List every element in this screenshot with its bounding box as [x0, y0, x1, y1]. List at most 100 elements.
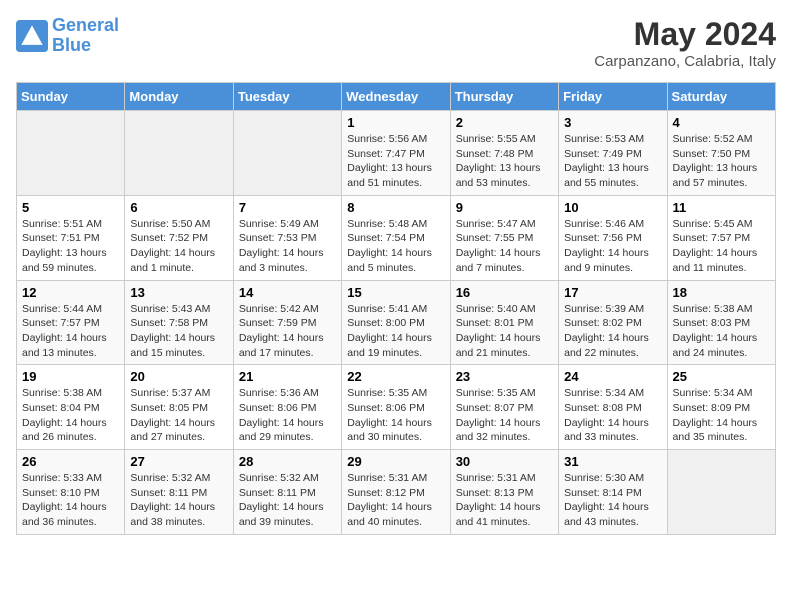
calendar-cell: 5Sunrise: 5:51 AMSunset: 7:51 PMDaylight…: [17, 195, 125, 280]
calendar-cell: 20Sunrise: 5:37 AMSunset: 8:05 PMDayligh…: [125, 365, 233, 450]
day-info: Sunrise: 5:50 AMSunset: 7:52 PMDaylight:…: [130, 217, 227, 276]
day-of-week-header: Sunday: [17, 83, 125, 111]
calendar-cell: 1 Sunrise: 5:56 AMSunset: 7:47 PMDaylight…: [342, 111, 450, 196]
day-info: Sunrise: 5:37 AMSunset: 8:05 PMDaylight:…: [130, 386, 227, 445]
day-number: 28: [239, 454, 336, 469]
calendar-cell: 2 Sunrise: 5:55 AMSunset: 7:48 PMDaylight…: [450, 111, 558, 196]
day-number: 13: [130, 285, 227, 300]
calendar-cell: [17, 111, 125, 196]
day-info: Sunrise: 5:52 AMSunset: 7:50 PMDaylight:…: [673, 132, 770, 191]
calendar-cell: 25Sunrise: 5:34 AMSunset: 8:09 PMDayligh…: [667, 365, 775, 450]
day-info: Sunrise: 5:32 AMSunset: 8:11 PMDaylight:…: [130, 471, 227, 530]
day-info: Sunrise: 5:30 AMSunset: 8:14 PMDaylight:…: [564, 471, 661, 530]
day-number: 16: [456, 285, 553, 300]
day-of-week-header: Tuesday: [233, 83, 341, 111]
calendar-cell: 8 Sunrise: 5:48 AMSunset: 7:54 PMDaylight…: [342, 195, 450, 280]
day-of-week-header: Thursday: [450, 83, 558, 111]
day-number: 11: [673, 200, 770, 215]
calendar-cell: 13 Sunrise: 5:43 AMSunset: 7:58 PMDayligh…: [125, 280, 233, 365]
day-info: Sunrise: 5:35 AMSunset: 8:07 PMDaylight:…: [456, 386, 553, 445]
day-number: 15: [347, 285, 444, 300]
day-info: Sunrise: 5:31 AMSunset: 8:12 PMDaylight:…: [347, 471, 444, 530]
calendar-header-row: SundayMondayTuesdayWednesdayThursdayFrid…: [17, 83, 776, 111]
calendar-cell: 6 Sunrise: 5:50 AMSunset: 7:52 PMDaylight…: [125, 195, 233, 280]
calendar-cell: 3Sunrise: 5:53 AMSunset: 7:49 PMDaylight…: [559, 111, 667, 196]
logo: General Blue: [16, 16, 119, 56]
day-of-week-header: Wednesday: [342, 83, 450, 111]
day-info: Sunrise: 5:31 AMSunset: 8:13 PMDaylight:…: [456, 471, 553, 530]
day-number: 30: [456, 454, 553, 469]
day-info: Sunrise: 5:44 AMSunset: 7:57 PMDaylight:…: [22, 302, 119, 361]
day-info: Sunrise: 5:41 AMSunset: 8:00 PMDaylight:…: [347, 302, 444, 361]
day-number: 26: [22, 454, 119, 469]
day-info: Sunrise: 5:55 AMSunset: 7:48 PMDaylight:…: [456, 132, 553, 191]
day-info: Sunrise: 5:49 AMSunset: 7:53 PMDaylight:…: [239, 217, 336, 276]
logo-line2: Blue: [52, 35, 91, 55]
day-info: Sunrise: 5:47 AMSunset: 7:55 PMDaylight:…: [456, 217, 553, 276]
day-info: Sunrise: 5:43 AMSunset: 7:58 PMDaylight:…: [130, 302, 227, 361]
page-header: General Blue May 2024 Carpanzano, Calabr…: [16, 16, 776, 70]
calendar-cell: 27 Sunrise: 5:32 AMSunset: 8:11 PMDayligh…: [125, 450, 233, 535]
day-number: 29: [347, 454, 444, 469]
calendar-cell: 29 Sunrise: 5:31 AMSunset: 8:12 PMDayligh…: [342, 450, 450, 535]
day-number: 3: [564, 115, 661, 130]
calendar-table: SundayMondayTuesdayWednesdayThursdayFrid…: [16, 82, 776, 535]
calendar-cell: 15 Sunrise: 5:41 AMSunset: 8:00 PMDayligh…: [342, 280, 450, 365]
calendar-cell: 12 Sunrise: 5:44 AMSunset: 7:57 PMDayligh…: [17, 280, 125, 365]
day-info: Sunrise: 5:40 AMSunset: 8:01 PMDaylight:…: [456, 302, 553, 361]
calendar-cell: 23Sunrise: 5:35 AMSunset: 8:07 PMDayligh…: [450, 365, 558, 450]
day-number: 9: [456, 200, 553, 215]
day-number: 14: [239, 285, 336, 300]
day-number: 8: [347, 200, 444, 215]
day-number: 4: [673, 115, 770, 130]
calendar-cell: 21 Sunrise: 5:36 AMSunset: 8:06 PMDayligh…: [233, 365, 341, 450]
calendar-week-row: 12 Sunrise: 5:44 AMSunset: 7:57 PMDayligh…: [17, 280, 776, 365]
location: Carpanzano, Calabria, Italy: [594, 53, 776, 70]
calendar-cell: 7Sunrise: 5:49 AMSunset: 7:53 PMDaylight…: [233, 195, 341, 280]
calendar-cell: 17Sunrise: 5:39 AMSunset: 8:02 PMDayligh…: [559, 280, 667, 365]
day-number: 12: [22, 285, 119, 300]
day-number: 31: [564, 454, 661, 469]
calendar-cell: 18Sunrise: 5:38 AMSunset: 8:03 PMDayligh…: [667, 280, 775, 365]
day-number: 21: [239, 369, 336, 384]
logo-text: General Blue: [52, 16, 119, 56]
day-number: 10: [564, 200, 661, 215]
day-info: Sunrise: 5:46 AMSunset: 7:56 PMDaylight:…: [564, 217, 661, 276]
calendar-cell: 9 Sunrise: 5:47 AMSunset: 7:55 PMDaylight…: [450, 195, 558, 280]
calendar-week-row: 19Sunrise: 5:38 AMSunset: 8:04 PMDayligh…: [17, 365, 776, 450]
calendar-cell: 30 Sunrise: 5:31 AMSunset: 8:13 PMDayligh…: [450, 450, 558, 535]
calendar-cell: [125, 111, 233, 196]
day-number: 22: [347, 369, 444, 384]
calendar-cell: 28Sunrise: 5:32 AMSunset: 8:11 PMDayligh…: [233, 450, 341, 535]
day-info: Sunrise: 5:33 AMSunset: 8:10 PMDaylight:…: [22, 471, 119, 530]
day-number: 5: [22, 200, 119, 215]
calendar-cell: 10 Sunrise: 5:46 AMSunset: 7:56 PMDayligh…: [559, 195, 667, 280]
calendar-cell: [233, 111, 341, 196]
calendar-cell: 24Sunrise: 5:34 AMSunset: 8:08 PMDayligh…: [559, 365, 667, 450]
day-of-week-header: Saturday: [667, 83, 775, 111]
day-info: Sunrise: 5:45 AMSunset: 7:57 PMDaylight:…: [673, 217, 770, 276]
day-number: 2: [456, 115, 553, 130]
day-info: Sunrise: 5:34 AMSunset: 8:09 PMDaylight:…: [673, 386, 770, 445]
day-info: Sunrise: 5:36 AMSunset: 8:06 PMDaylight:…: [239, 386, 336, 445]
day-number: 1: [347, 115, 444, 130]
day-info: Sunrise: 5:39 AMSunset: 8:02 PMDaylight:…: [564, 302, 661, 361]
logo-icon: [16, 20, 48, 52]
day-info: Sunrise: 5:34 AMSunset: 8:08 PMDaylight:…: [564, 386, 661, 445]
day-info: Sunrise: 5:35 AMSunset: 8:06 PMDaylight:…: [347, 386, 444, 445]
calendar-week-row: 5Sunrise: 5:51 AMSunset: 7:51 PMDaylight…: [17, 195, 776, 280]
calendar-cell: 4 Sunrise: 5:52 AMSunset: 7:50 PMDaylight…: [667, 111, 775, 196]
calendar-cell: [667, 450, 775, 535]
day-number: 27: [130, 454, 227, 469]
day-info: Sunrise: 5:48 AMSunset: 7:54 PMDaylight:…: [347, 217, 444, 276]
day-of-week-header: Friday: [559, 83, 667, 111]
calendar-cell: 26 Sunrise: 5:33 AMSunset: 8:10 PMDayligh…: [17, 450, 125, 535]
day-number: 19: [22, 369, 119, 384]
day-number: 6: [130, 200, 227, 215]
day-info: Sunrise: 5:56 AMSunset: 7:47 PMDaylight:…: [347, 132, 444, 191]
day-info: Sunrise: 5:38 AMSunset: 8:03 PMDaylight:…: [673, 302, 770, 361]
logo-line1: General: [52, 15, 119, 35]
month-title: May 2024: [594, 16, 776, 53]
day-info: Sunrise: 5:42 AMSunset: 7:59 PMDaylight:…: [239, 302, 336, 361]
calendar-cell: 14 Sunrise: 5:42 AMSunset: 7:59 PMDayligh…: [233, 280, 341, 365]
